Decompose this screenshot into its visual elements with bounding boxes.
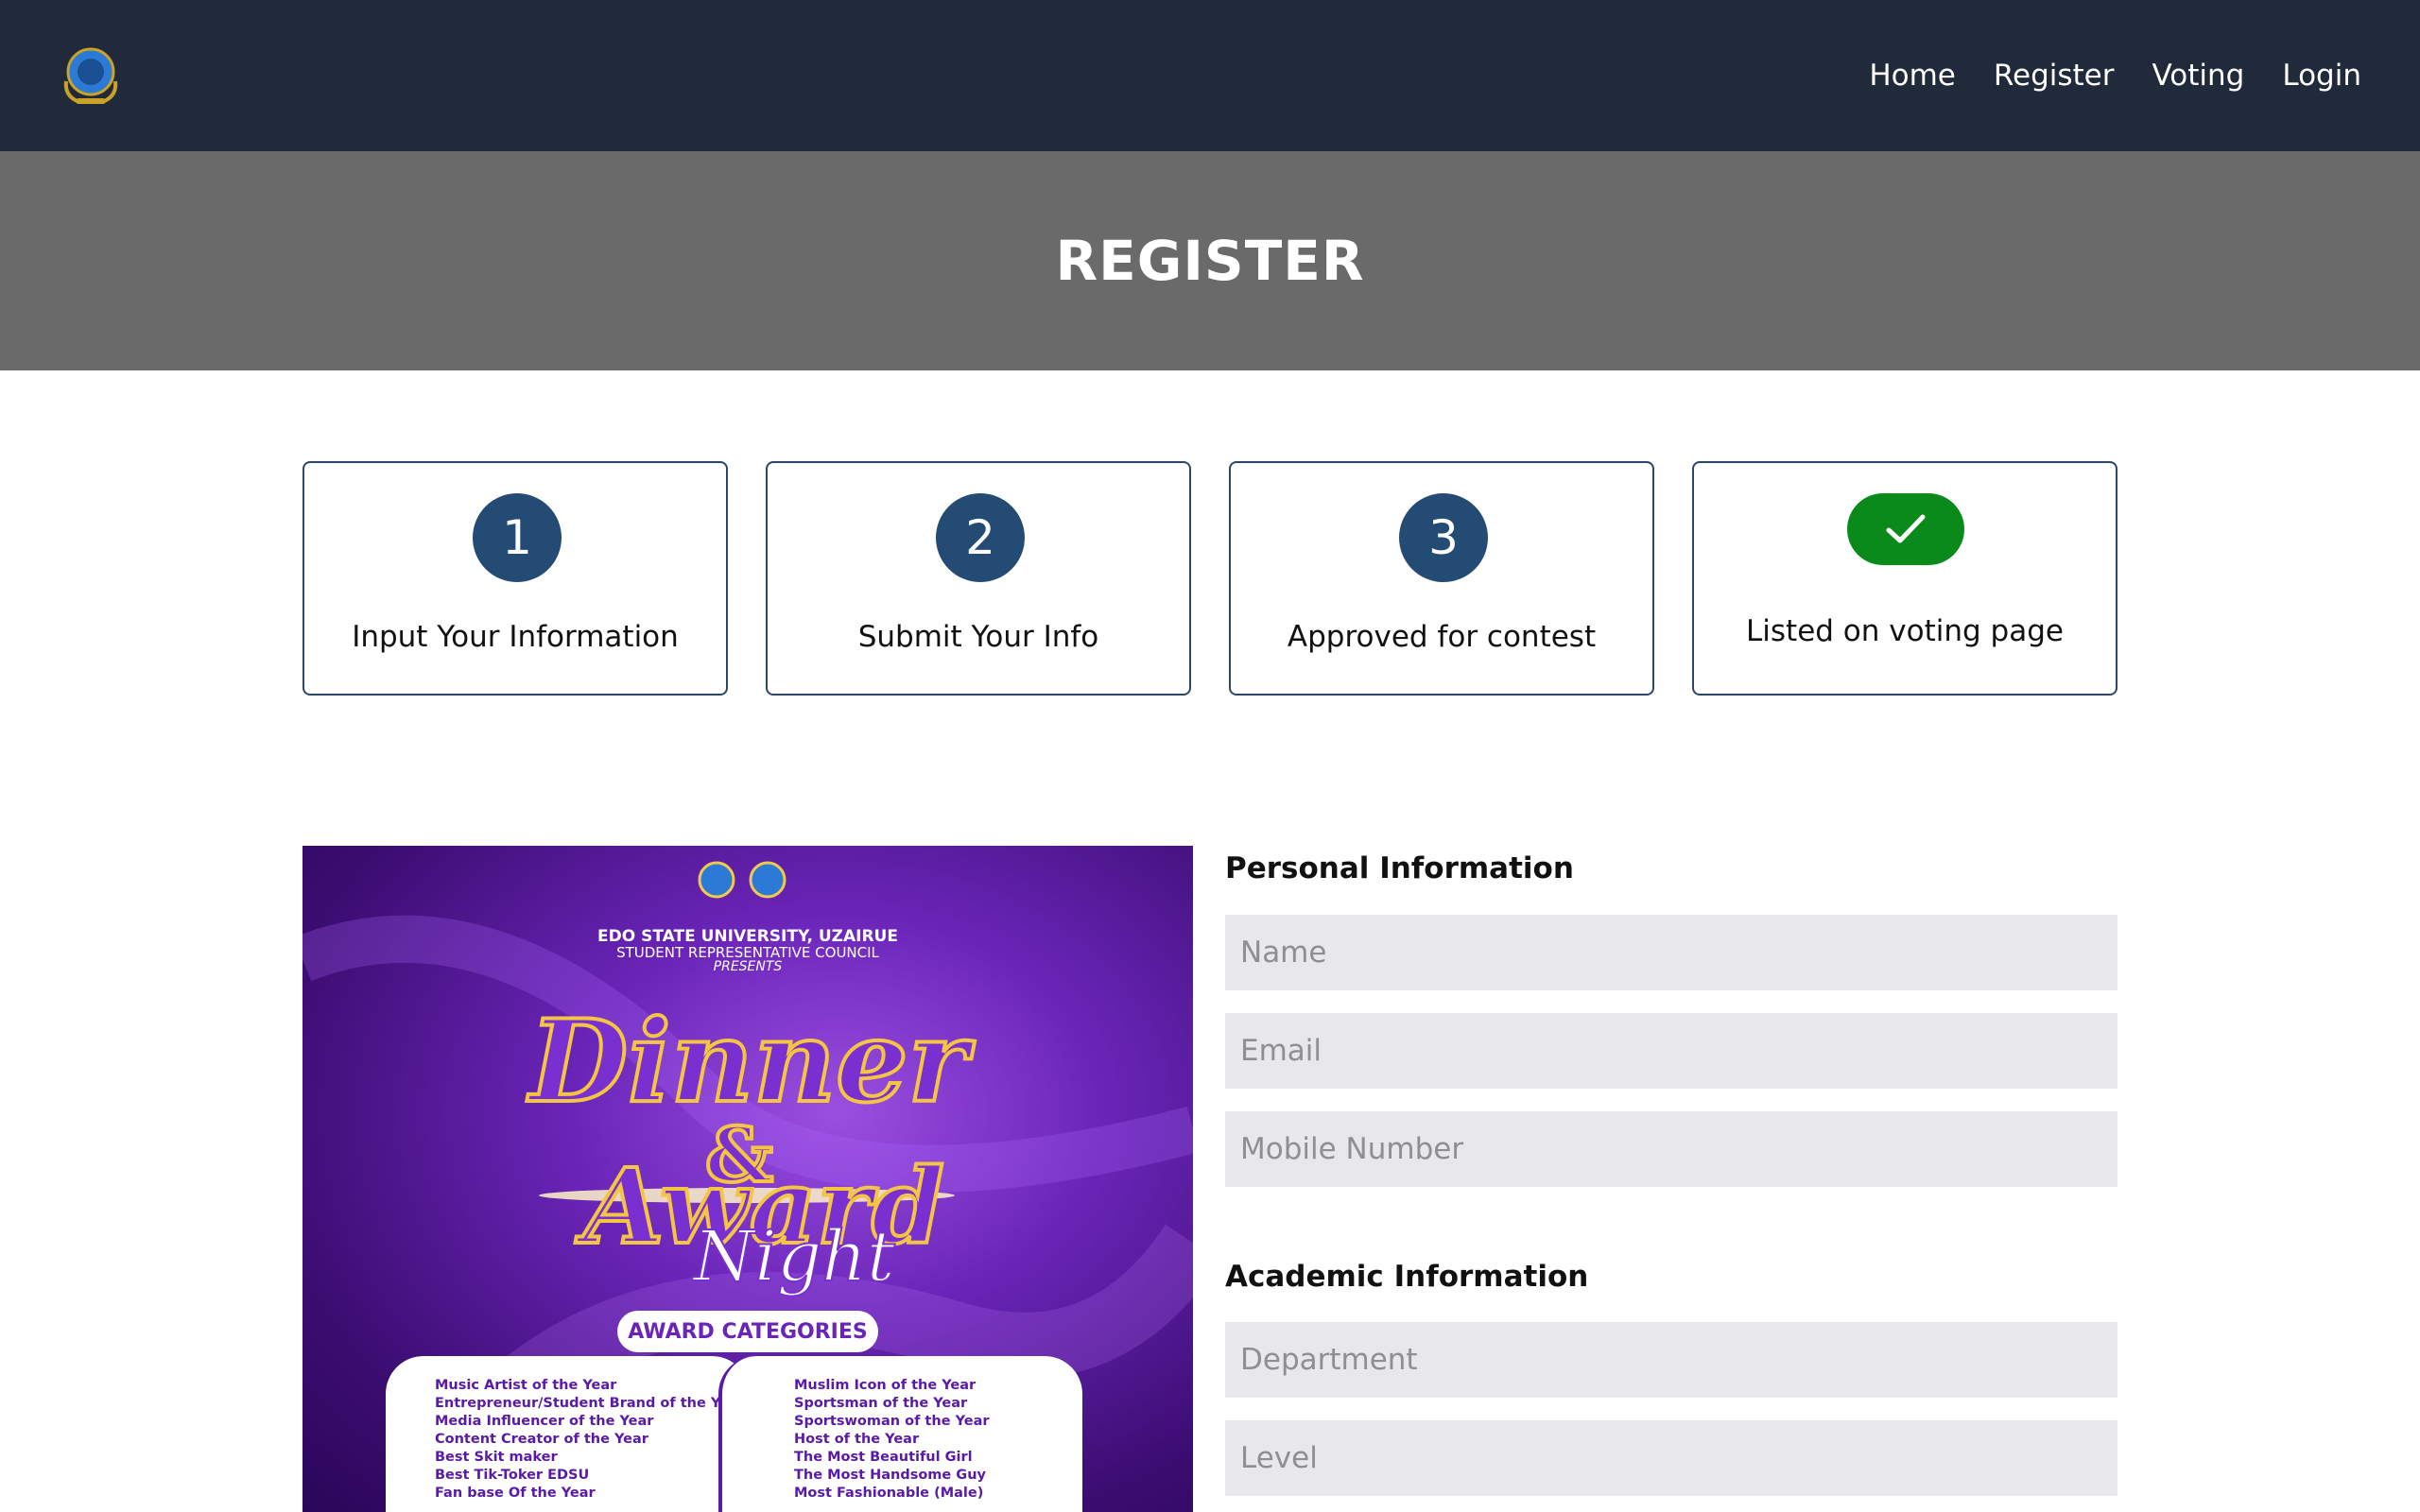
step-number-badge: 2: [936, 493, 1025, 582]
department-field[interactable]: [1225, 1322, 2118, 1398]
university-crest-icon: [698, 861, 735, 899]
page-title: REGISTER: [1055, 229, 1365, 293]
step-label: Listed on voting page: [1746, 614, 2064, 648]
step-card-1: 1 Input Your Information: [302, 461, 728, 696]
poster-university-name: EDO STATE UNIVERSITY, UZAIRUE: [597, 927, 898, 946]
step-label: Input Your Information: [352, 620, 679, 654]
email-field[interactable]: [1225, 1013, 2118, 1089]
list-item: Sportsman of the Year: [794, 1396, 968, 1411]
list-item: Host of the Year: [794, 1432, 920, 1447]
list-item: Most Fashionable (Male): [794, 1486, 984, 1501]
svg-text:Dinner: Dinner: [527, 995, 975, 1128]
page-banner: REGISTER: [0, 151, 2420, 370]
nav-login-link[interactable]: Login: [2282, 59, 2361, 93]
list-item: Best Skit maker: [435, 1450, 558, 1465]
name-field[interactable]: [1225, 915, 2118, 990]
nav-home-link[interactable]: Home: [1869, 59, 1956, 93]
list-item: The Most Beautiful Girl: [794, 1450, 973, 1465]
list-item: The Most Handsome Guy: [794, 1468, 986, 1483]
award-night-poster: Dinner & Award Night EDO STATE UNIVERSIT…: [302, 846, 1193, 1512]
categories-right-column: Muslim Icon of the Year Sportsman of the…: [718, 1356, 1082, 1512]
registration-steps: 1 Input Your Information 2 Submit Your I…: [302, 461, 2118, 696]
src-crest-icon: [749, 861, 786, 899]
list-item: Music Artist of the Year: [435, 1378, 617, 1393]
step-card-4: Listed on voting page: [1692, 461, 2118, 696]
registration-form: Personal Information Academic Informatio…: [1225, 846, 2118, 1512]
nav-register-link[interactable]: Register: [1994, 59, 2115, 93]
list-item: Media Influencer of the Year: [435, 1414, 654, 1429]
poster-presents: PRESENTS: [713, 959, 783, 974]
nav-voting-link[interactable]: Voting: [2152, 59, 2245, 93]
step-label: Approved for contest: [1287, 620, 1597, 654]
step-number-badge: 1: [473, 493, 562, 582]
step-number-badge: 3: [1399, 493, 1488, 582]
step-label: Submit Your Info: [857, 620, 1099, 654]
categories-left-column: Music Artist of the Year Entrepreneur/St…: [386, 1356, 750, 1512]
level-field[interactable]: [1225, 1420, 2118, 1496]
list-item: Entrepreneur/Student Brand of the Year: [435, 1396, 745, 1411]
check-icon: [1847, 493, 1964, 565]
main-nav: Home Register Voting Login: [1869, 0, 2361, 151]
list-item: Fan base Of the Year: [435, 1486, 596, 1501]
step-card-2: 2 Submit Your Info: [766, 461, 1191, 696]
category-list-right: Muslim Icon of the Year Sportsman of the…: [794, 1377, 990, 1503]
list-item: Sportswoman of the Year: [794, 1414, 990, 1429]
category-list-left: Music Artist of the Year Entrepreneur/St…: [435, 1377, 745, 1503]
navbar: Home Register Voting Login: [0, 0, 2420, 151]
svg-text:Night: Night: [691, 1216, 894, 1297]
src-crest-logo-icon[interactable]: [59, 43, 123, 108]
mobile-number-field[interactable]: [1225, 1111, 2118, 1187]
list-item: Muslim Icon of the Year: [794, 1378, 977, 1393]
academic-info-heading: Academic Information: [1225, 1260, 1589, 1294]
step-card-3: 3 Approved for contest: [1229, 461, 1654, 696]
personal-info-heading: Personal Information: [1225, 851, 1574, 885]
list-item: Content Creator of the Year: [435, 1432, 648, 1447]
award-categories-badge: AWARD CATEGORIES: [617, 1311, 878, 1352]
list-item: Best Tik-Toker EDSU: [435, 1468, 590, 1483]
